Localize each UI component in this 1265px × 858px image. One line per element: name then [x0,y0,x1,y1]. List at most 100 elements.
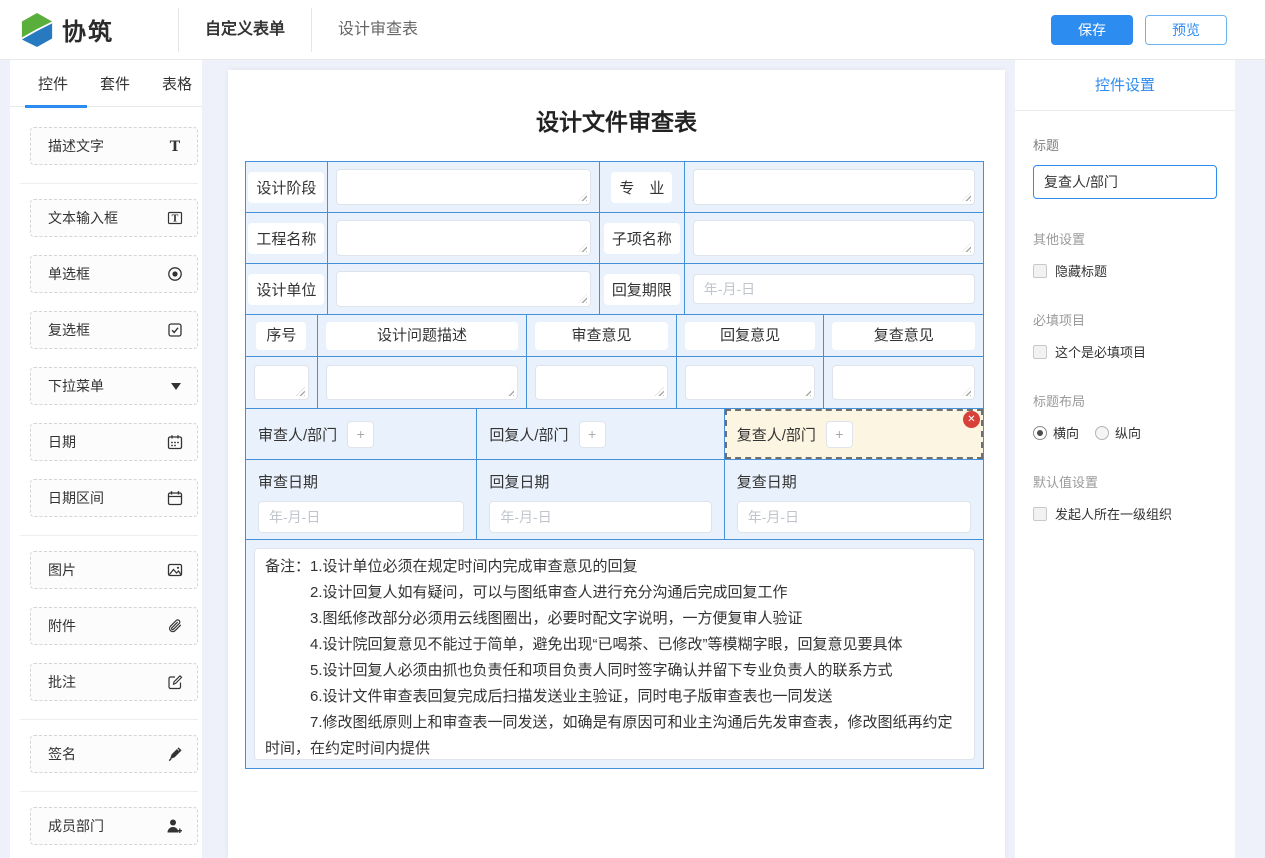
layout-vertical-radio[interactable] [1095,426,1109,440]
subitem-name-label-cell[interactable]: 子项名称 [600,213,685,263]
form-title: 设计文件审查表 [228,103,1005,137]
replier-department-cell[interactable]: 回复人/部门 + [477,409,724,459]
notes-row: 备注：1.设计单位必须在规定时间内完成审查意见的回复 2.设计回复人如有疑问，可… [246,540,983,768]
control-item-radio[interactable]: 单选框 [30,255,198,293]
delete-control-button[interactable]: ✕ [963,411,980,428]
control-item-date-range[interactable]: 日期区间 [30,479,198,517]
hide-title-checkbox[interactable] [1033,264,1047,278]
issue-desc-header-cell[interactable]: 设计问题描述 [318,315,527,356]
design-stage-label-cell[interactable]: 设计阶段 [246,162,328,212]
sidebar-tab-kits[interactable]: 套件 [100,73,130,94]
resize-handle[interactable] [578,294,587,303]
svg-text:T: T [172,215,179,225]
sidebar-tab-tables[interactable]: 表格 [162,73,192,94]
resize-handle[interactable] [578,192,587,201]
other-settings-label: 其他设置 [1033,229,1217,248]
rechecker-department-cell-selected[interactable]: 复查人/部门 + ✕ [725,409,983,459]
resize-handle[interactable] [962,387,971,396]
layout-horizontal-radio[interactable] [1033,426,1047,440]
reply-date-input[interactable] [489,501,711,533]
control-item-checkbox[interactable]: 复选框 [30,311,198,349]
reply-date-cell[interactable]: 回复日期 [477,460,724,539]
review-date-cell[interactable]: 审查日期 [246,460,477,539]
review-date-input[interactable] [258,501,464,533]
control-item-annotation[interactable]: 批注 [30,663,198,701]
tab-custom-form[interactable]: 自定义表单 [179,0,311,60]
subitem-name-textarea[interactable] [693,220,975,256]
seq-header: 序号 [256,322,306,350]
design-stage-textarea[interactable] [336,169,591,205]
design-unit-label: 设计单位 [248,274,324,305]
required-checkbox[interactable] [1033,345,1047,359]
annotation-icon [167,674,183,690]
recheck-opinion-input-cell [824,357,983,408]
resize-handle[interactable] [655,387,664,396]
recheck-opinion-header-cell[interactable]: 复查意见 [824,315,983,356]
settings-panel: 控件设置 标题 其他设置 隐藏标题 必填项目 这个是必填项目 标题布局 横向 [1015,60,1235,858]
member-add-icon [166,818,183,834]
dropdown-icon [169,379,183,393]
project-name-label: 工程名称 [248,223,324,254]
preview-button[interactable]: 预览 [1145,15,1227,45]
resize-handle[interactable] [296,387,305,396]
review-opinion-header-cell[interactable]: 审查意见 [527,315,677,356]
design-stage-label: 设计阶段 [248,172,324,203]
seq-header-cell[interactable]: 序号 [246,315,318,356]
title-layout-section: 标题布局 横向 纵向 [1033,391,1217,442]
recheck-opinion-textarea[interactable] [832,365,975,400]
save-button[interactable]: 保存 [1051,15,1133,45]
reviewer-department-cell[interactable]: 审查人/部门 + [246,409,477,459]
specialty-textarea[interactable] [693,169,975,205]
specialty-input-cell [685,162,983,212]
title-field-input[interactable] [1033,165,1217,199]
svg-text:T: T [170,139,181,154]
control-item-image[interactable]: 图片 [30,551,198,589]
reply-deadline-date-input[interactable] [693,274,975,304]
control-item-description-text[interactable]: 描述文字 T [30,127,198,165]
design-unit-textarea[interactable] [336,271,591,307]
default-org-checkbox-label: 发起人所在一级组织 [1055,504,1172,523]
control-item-signature[interactable]: 签名 [30,735,198,773]
resize-handle[interactable] [962,192,971,201]
notes-textarea[interactable]: 备注：1.设计单位必须在规定时间内完成审查意见的回复 2.设计回复人如有疑问，可… [254,548,975,760]
review-opinion-textarea[interactable] [535,365,668,400]
reply-deadline-label-cell[interactable]: 回复期限 [600,264,685,314]
specialty-label-cell[interactable]: 专 业 [600,162,685,212]
sidebar-tab-controls[interactable]: 控件 [38,73,68,94]
control-item-member-department[interactable]: 成员部门 [30,807,198,845]
tab-design-review-form[interactable]: 设计审查表 [312,0,444,60]
control-item-date[interactable]: 日期 [30,423,198,461]
resize-handle[interactable] [505,387,514,396]
project-name-textarea[interactable] [336,220,591,256]
issue-desc-textarea[interactable] [326,365,518,400]
layout-horizontal-label: 横向 [1053,423,1079,442]
reply-deadline-input-cell [685,264,983,314]
design-unit-label-cell[interactable]: 设计单位 [246,264,328,314]
recheck-date-input[interactable] [737,501,971,533]
seq-textarea[interactable] [254,365,309,400]
control-item-dropdown[interactable]: 下拉菜单 [30,367,198,405]
add-member-button[interactable]: + [579,421,606,448]
resize-handle[interactable] [578,243,587,252]
reply-date-label: 回复日期 [489,471,711,492]
resize-handle[interactable] [962,243,971,252]
control-item-attachment[interactable]: 附件 [30,607,198,645]
recheck-date-cell[interactable]: 复查日期 [725,460,983,539]
text-input-icon: T [167,210,183,226]
review-opinion-input-cell [527,357,677,408]
hide-title-label: 隐藏标题 [1055,261,1107,280]
add-member-button[interactable]: + [347,421,374,448]
project-name-label-cell[interactable]: 工程名称 [246,213,328,263]
control-item-text-input[interactable]: 文本输入框 T [30,199,198,237]
reply-opinion-textarea[interactable] [685,365,816,400]
sidebar-separator [20,791,198,792]
sidebar-separator [20,535,198,536]
add-member-button[interactable]: + [826,421,853,448]
reply-opinion-header-cell[interactable]: 回复意见 [677,315,825,356]
checkbox-icon [167,322,183,338]
default-org-checkbox[interactable] [1033,507,1047,521]
reply-opinion-input-cell [677,357,825,408]
info-row-project-name: 工程名称 子项名称 [246,213,983,264]
resize-handle[interactable] [802,387,811,396]
people-row: 审查人/部门 + 回复人/部门 + 复查人/部门 + ✕ [246,409,983,460]
